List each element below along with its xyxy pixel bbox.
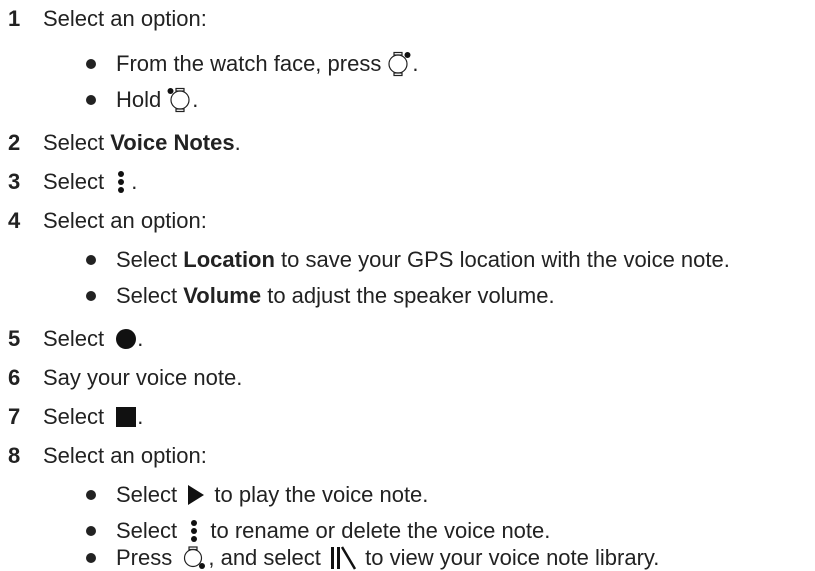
step-number: 1 [8,6,21,31]
bullet-text-pre: Hold [116,87,162,112]
step-text-post: . [137,404,144,429]
instruction-list: 1 Select an option: From the watch face,… [0,0,815,570]
step-number: 2 [8,130,21,155]
bullet-text-pre: Select [116,518,184,543]
bullet-text-pre: Select [116,482,184,507]
bullet-dot [86,59,96,69]
step-text-pre: Select [43,404,111,429]
filled-square-icon [116,407,137,427]
step-text-post: . [131,169,138,194]
bullet-dot [86,490,96,500]
bullet-text-post: to rename or delete the voice note. [204,518,551,543]
vertical-dots-icon [191,520,198,542]
bullet-text-post: to save your GPS location with the voice… [274,247,730,272]
bullet-text-pre: From the watch face, press [116,51,382,76]
step-number: 4 [8,208,21,233]
step-text-bold: Voice Notes [110,130,235,155]
watch-top-right-button-icon [388,51,411,77]
bullet-text-mid: , and select [208,544,327,570]
step-text: Select an option: [43,443,207,468]
watch-bottom-right-button-icon [184,545,206,569]
bullet-text-post: . [192,87,199,112]
step-text-pre: Select [43,326,111,351]
watch-top-left-button-icon [167,87,190,113]
vertical-dots-icon [118,171,125,193]
step-text-post: . [137,326,144,351]
step-text: Select an option: [43,6,207,31]
step-number: 5 [8,326,21,351]
bullet-text-pre: Press [116,544,179,570]
bullet-text-bold: Volume [183,283,262,308]
library-icon [331,545,357,570]
step-number: 8 [8,443,21,468]
bullet-dot [86,291,96,301]
step-text-pre: Select [43,169,111,194]
bullet-text-pre: Select [116,247,184,272]
play-triangle-icon [188,485,205,505]
step-text-post: . [234,130,241,155]
step-text-pre: Select [43,130,111,155]
bullet-text-post: . [412,51,419,76]
bullet-dot [86,553,96,563]
bullet-text-post: to adjust the speaker volume. [261,283,555,308]
bullet-dot [86,526,96,536]
filled-circle-icon [116,329,137,349]
step-number: 6 [8,365,21,390]
bullet-dot [86,95,96,105]
bullet-text-bold: Location [183,247,275,272]
bullet-text-post: to view your voice note library. [359,544,660,570]
bullet-dot [86,255,96,265]
step-number: 7 [8,404,21,429]
bullet-text-post: to play the voice note. [208,482,429,507]
step-number: 3 [8,169,21,194]
step-text: Select an option: [43,208,207,233]
bullet-text-pre: Select [116,283,184,308]
step-text: Say your voice note. [43,365,243,390]
